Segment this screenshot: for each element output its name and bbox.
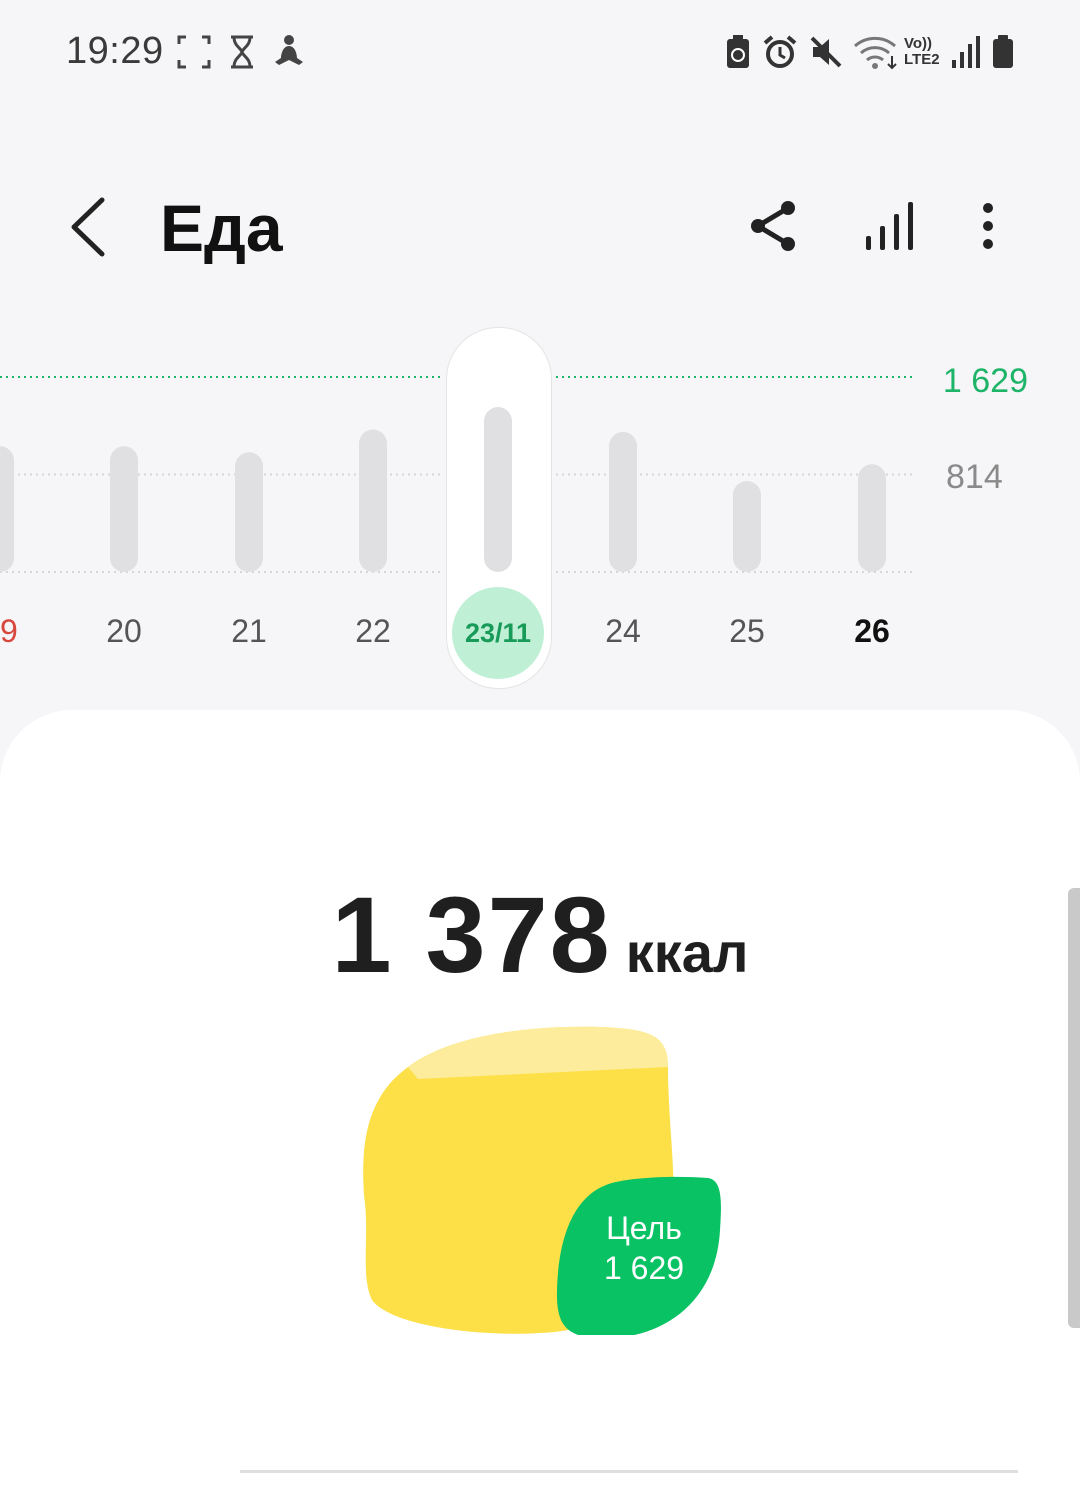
battery-saver-icon [727,35,749,68]
mute-icon [810,36,842,68]
day-label-22[interactable]: 22 [355,613,391,650]
share-icon[interactable] [744,196,804,256]
scrollbar[interactable] [1068,888,1080,1328]
calories-value: 1 378 [331,874,612,995]
lte-label: LTE2 [904,51,940,68]
wifi-icon [854,36,897,70]
goal-value: 1 629 [603,1250,685,1286]
day-label-24[interactable]: 24 [605,613,641,650]
day-label-21[interactable]: 21 [231,613,267,650]
hourglass-icon [231,35,253,69]
bar-21[interactable] [235,452,263,572]
bar-24[interactable] [609,431,637,572]
status-bar: 19:29 Vo)) LTE2 [0,0,1080,110]
day-label-selected[interactable]: 23/11 [452,587,544,679]
bar-25[interactable] [733,481,761,572]
signal-icon [952,36,980,68]
mid-gridline-label: 814 [946,458,1003,496]
meditation-icon [275,35,303,65]
volte-lte2-icon: Vo)) LTE2 [904,36,948,68]
goal-gridline-label: 1 629 [942,362,1028,400]
bar-22[interactable] [359,429,387,572]
bar-chart-icon[interactable] [860,196,920,256]
day-label-19[interactable]: 19 [0,613,18,650]
more-vertical-icon[interactable] [958,196,1018,256]
bar-23/11[interactable] [484,407,512,572]
day-label-25[interactable]: 25 [729,613,765,650]
bar-26[interactable] [858,464,886,572]
goal-badge: Цель 1 629 [566,1208,722,1288]
alarm-icon [763,35,797,68]
status-time: 19:29 [66,30,164,72]
bottom-divider [240,1470,1018,1473]
day-label-26[interactable]: 26 [854,613,890,650]
bar-20[interactable] [110,446,138,572]
page-title: Еда [160,191,283,265]
goal-label: Цель [606,1210,682,1246]
calorie-chart: 1 629 814 19 20 21 22 23/11 24 25 26 [0,310,1080,710]
back-button[interactable] [60,192,120,262]
summary-card: 1 378 ккал Цель 1 629 [0,710,1080,1510]
bar-19[interactable] [0,446,14,572]
calories-unit: ккал [625,921,749,984]
battery-icon [993,35,1013,68]
day-label-20[interactable]: 20 [106,613,142,650]
volte-label: Vo)) [904,35,933,52]
calories-total: 1 378 ккал [0,872,1080,997]
screenshot-icon [177,35,211,69]
